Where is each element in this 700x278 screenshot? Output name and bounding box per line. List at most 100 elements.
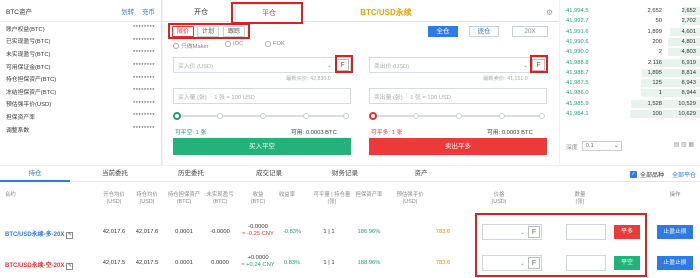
margin-isolated-button[interactable]: 逐仓 bbox=[469, 26, 499, 37]
cell-liq: 783.6 bbox=[435, 229, 451, 235]
book-price: 41,985.9 bbox=[566, 100, 589, 107]
tp-sl-button[interactable]: 止盈止损 bbox=[657, 225, 693, 239]
table-header: 可平量 | 持仓量 (张) bbox=[313, 192, 351, 205]
edit-icon[interactable]: ✎ bbox=[66, 263, 74, 270]
subtab-plan[interactable]: 计划 bbox=[197, 26, 220, 37]
table-header: 价格 (USD) bbox=[491, 192, 507, 205]
radio-maker[interactable]: 只做Maker bbox=[173, 41, 209, 50]
close-position-button[interactable]: 平多 bbox=[614, 225, 640, 239]
radio-circle-icon bbox=[265, 41, 271, 47]
book-price: 41,992.7 bbox=[566, 18, 589, 25]
book-amount: 2,116 bbox=[647, 59, 662, 66]
close-qty-input[interactable] bbox=[566, 224, 606, 240]
chevron-down-icon[interactable]: ⌄ bbox=[523, 62, 528, 69]
flag-icon[interactable]: F bbox=[532, 59, 545, 71]
cell-hold: 42,017.6 bbox=[135, 229, 159, 235]
asset-value: ******** bbox=[132, 75, 155, 82]
slider-handle[interactable] bbox=[369, 112, 377, 120]
chevron-down-icon: ⌄ bbox=[613, 143, 619, 149]
radio-fok[interactable]: FOK bbox=[265, 41, 285, 47]
tab-close[interactable]: 平仓 bbox=[235, 4, 303, 22]
book-price: 41,994.5 bbox=[566, 8, 589, 14]
asset-value: ******** bbox=[132, 100, 155, 107]
asset-panel-title: BTC资产 bbox=[6, 8, 32, 16]
asset-label: 担保资产率 bbox=[6, 114, 35, 121]
cell-upnl: 0.0000 bbox=[211, 260, 229, 266]
close-price-select[interactable]: ⌄ F bbox=[482, 255, 542, 271]
transfer-link[interactable]: 划转 bbox=[121, 9, 134, 16]
sell-qty-input[interactable]: 卖出量 (张) | 1 张 = 100 USD bbox=[369, 88, 547, 104]
table-header: 未实现盈亏 (BTC) bbox=[206, 192, 234, 205]
book-row[interactable]: 41,987.5 125 8,943 bbox=[560, 78, 700, 88]
sell-closable: 可平多: 1 张 bbox=[371, 130, 403, 136]
book-amount: 125 bbox=[652, 80, 662, 87]
asset-item: 担保资产率 ******** bbox=[0, 110, 161, 123]
book-layout-icons[interactable]: ▤ ▥ ▦ bbox=[674, 141, 694, 148]
book-row[interactable]: 41,988.7 1,895 8,814 bbox=[560, 68, 700, 78]
buy-price-input[interactable]: 买入价 (USD) ⌄ F bbox=[173, 57, 351, 73]
tab-open[interactable]: 开仓 bbox=[167, 4, 235, 22]
table-header: 预估强平价 (USD) bbox=[396, 192, 424, 205]
subtab-limit[interactable]: 限价 bbox=[172, 26, 195, 37]
close-price-select[interactable]: ⌄ F bbox=[482, 224, 542, 240]
book-row[interactable]: 41,988.8 2,116 6,919 bbox=[560, 58, 700, 68]
radio-ioc[interactable]: IOC bbox=[225, 41, 243, 47]
flag-icon[interactable]: F bbox=[336, 59, 349, 71]
table-header: 数量 (张) bbox=[574, 192, 586, 205]
book-row[interactable]: 41,990.0 2 4,803 bbox=[560, 47, 700, 57]
chevron-down-icon: ⌄ bbox=[519, 230, 525, 236]
sell-qty-slider[interactable] bbox=[369, 112, 545, 120]
tab-open-orders[interactable]: 当前委托 bbox=[80, 166, 150, 182]
book-total: 2,702 bbox=[681, 18, 696, 25]
sell-latest-price: 最新卖价: 41,151.0 bbox=[483, 76, 528, 82]
book-price: 41,988.7 bbox=[566, 69, 589, 76]
close-all-link[interactable]: 全部平仓 bbox=[672, 170, 696, 179]
book-row[interactable]: 41,992.7 50 2,702 bbox=[560, 16, 700, 26]
sell-price-input[interactable]: 卖出价 (USD) ⌄ F bbox=[369, 57, 547, 73]
tab-assets[interactable]: 资产 bbox=[386, 166, 456, 182]
bottom-tabs: 持仓 当前委托 历史委托 成交记录 财务记录 资产 ✓ 全部品种 全部平仓 bbox=[0, 166, 700, 182]
buy-closable: 可平空: 1 张 bbox=[175, 130, 207, 136]
book-amount: 50 bbox=[655, 18, 662, 25]
book-total: 8,943 bbox=[681, 80, 696, 87]
sell-close-long-button[interactable]: 卖出平多 bbox=[369, 138, 547, 155]
asset-item: 冻结担保资产(BTC) ******** bbox=[0, 85, 161, 98]
book-row[interactable]: 41,990.6 200 4,801 bbox=[560, 37, 700, 47]
asset-item: 预估强平价(USD) ******** bbox=[0, 98, 161, 111]
book-price: 41,987.5 bbox=[566, 80, 589, 87]
tab-finance[interactable]: 财务记录 bbox=[310, 166, 380, 182]
tab-trades[interactable]: 成交记录 bbox=[234, 166, 304, 182]
recharge-link[interactable]: 充币 bbox=[142, 9, 155, 16]
book-row[interactable]: 41,985.9 1,528 10,529 bbox=[560, 99, 700, 109]
close-qty-input[interactable] bbox=[566, 255, 606, 271]
close-position-button[interactable]: 平空 bbox=[614, 256, 640, 270]
asset-label: 调整系数 bbox=[6, 127, 30, 134]
leverage-button[interactable]: 20X bbox=[512, 26, 548, 37]
margin-cross-button[interactable]: 全仓 bbox=[428, 26, 458, 37]
tp-sl-button[interactable]: 止盈止损 bbox=[657, 256, 693, 270]
book-amount: 1,899 bbox=[647, 28, 662, 35]
buy-qty-input[interactable]: 买入量 (张) | 1 张 = 100 USD bbox=[173, 88, 351, 104]
buy-close-short-button[interactable]: 买入平空 bbox=[173, 138, 351, 155]
table-header: 持仓担保资产 (BTC) bbox=[167, 192, 201, 205]
slider-handle[interactable] bbox=[173, 112, 181, 120]
book-amount: 1,528 bbox=[647, 100, 662, 107]
all-contracts-toggle[interactable]: ✓ 全部品种 bbox=[629, 170, 664, 179]
edit-icon[interactable]: ✎ bbox=[66, 232, 74, 239]
book-row[interactable]: 41,984.1 100 10,629 bbox=[560, 109, 700, 119]
book-row[interactable]: 41,991.6 1,899 4,601 bbox=[560, 27, 700, 37]
chevron-down-icon[interactable]: ⌄ bbox=[327, 62, 332, 69]
book-amount: 100 bbox=[652, 111, 662, 117]
tab-positions[interactable]: 持仓 bbox=[0, 166, 70, 182]
tab-order-history[interactable]: 历史委托 bbox=[156, 166, 226, 182]
gear-icon[interactable]: ⚙ bbox=[546, 8, 553, 17]
trade-panel: 开仓 平仓 BTC/USD永续 ⚙ 限价 计划 跟踪 全仓 逐仓 20X 只做M… bbox=[163, 0, 559, 165]
book-row[interactable]: 41,994.5 2,652 2,652 bbox=[560, 6, 700, 16]
buy-qty-slider[interactable] bbox=[173, 112, 349, 120]
subtab-trail[interactable]: 跟踪 bbox=[223, 26, 246, 37]
book-row[interactable]: 41,986.0 1 8,944 bbox=[560, 88, 700, 98]
depth-control: 深度 0.1 ⌄ bbox=[566, 141, 622, 151]
book-total: 10,529 bbox=[678, 100, 696, 107]
book-total: 8,814 bbox=[681, 69, 696, 76]
depth-select[interactable]: 0.1 ⌄ bbox=[581, 141, 622, 151]
